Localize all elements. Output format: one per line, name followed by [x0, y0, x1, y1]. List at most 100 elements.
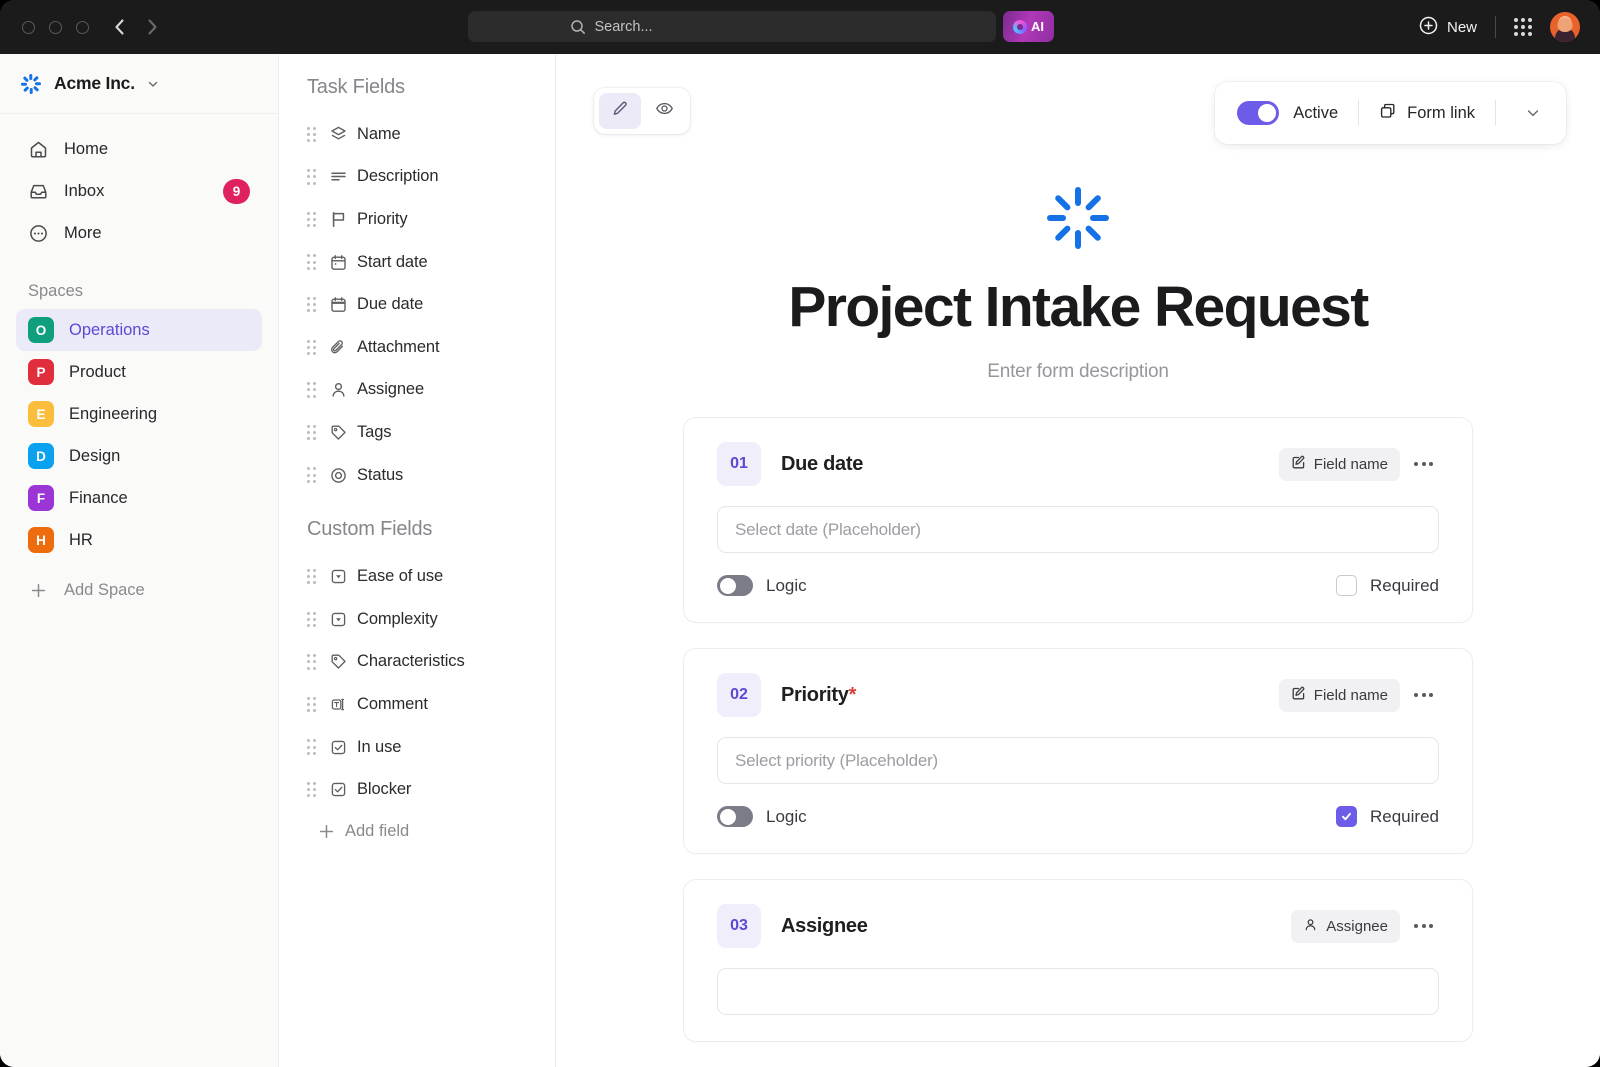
required-checkbox[interactable] — [1336, 806, 1357, 827]
field-row-status[interactable]: Status — [279, 454, 555, 497]
drag-handle-icon[interactable] — [307, 739, 319, 754]
history-navigation[interactable] — [113, 18, 159, 36]
sidebar-item-product[interactable]: P Product — [16, 351, 262, 393]
sidebar-item-operations[interactable]: O Operations — [16, 309, 262, 351]
field-row-start-date[interactable]: Start date — [279, 241, 555, 284]
drag-handle-icon[interactable] — [307, 297, 319, 312]
card-more-options-icon[interactable] — [1408, 454, 1439, 474]
minimize-button[interactable] — [49, 21, 62, 34]
chip-label: Assignee — [1326, 918, 1388, 935]
add-space-button[interactable]: Add Space — [16, 569, 262, 611]
field-label: Start date — [357, 253, 428, 272]
card-header: 01 Due date Field name — [717, 442, 1439, 486]
field-title[interactable]: Assignee — [781, 915, 868, 938]
drag-handle-icon[interactable] — [307, 569, 319, 584]
field-label: Comment — [357, 695, 428, 714]
card-header-actions: Field name — [1279, 679, 1439, 712]
search-input[interactable] — [595, 19, 895, 35]
field-row-blocker[interactable]: Blocker — [279, 768, 555, 811]
form-description-placeholder[interactable]: Enter form description — [987, 361, 1168, 383]
window-controls[interactable] — [22, 21, 89, 34]
apps-grid-icon[interactable] — [1514, 18, 1532, 36]
avatar[interactable] — [1550, 12, 1580, 42]
drag-handle-icon[interactable] — [307, 782, 319, 797]
form-field-card[interactable]: 03 Assignee Assignee — [683, 879, 1473, 1042]
spinner-logo-icon — [20, 73, 42, 95]
logic-toggle[interactable] — [717, 575, 753, 596]
add-field-button[interactable]: Add field — [279, 811, 555, 853]
drag-handle-icon[interactable] — [307, 169, 319, 184]
drag-handle-icon[interactable] — [307, 212, 319, 227]
sidebar-item-design[interactable]: D Design — [16, 435, 262, 477]
drag-handle-icon[interactable] — [307, 127, 319, 142]
calendar-icon — [319, 295, 357, 314]
calendar-icon — [319, 253, 357, 272]
form-field-card[interactable]: 01 Due date Field name — [683, 417, 1473, 623]
field-input-placeholder[interactable]: Select date (Placeholder) — [717, 506, 1439, 553]
back-chevron-icon[interactable] — [113, 18, 126, 36]
person-icon — [319, 380, 357, 399]
forward-chevron-icon[interactable] — [146, 18, 159, 36]
card-more-options-icon[interactable] — [1408, 916, 1439, 936]
field-row-description[interactable]: Description — [279, 156, 555, 199]
logic-toggle[interactable] — [717, 806, 753, 827]
drag-handle-icon[interactable] — [307, 697, 319, 712]
inbox-badge: 9 — [223, 179, 250, 204]
form-logo-icon[interactable] — [1035, 182, 1121, 254]
sidebar-item-label: Home — [64, 140, 108, 159]
description-lines-icon — [319, 167, 357, 186]
form-title[interactable]: Project Intake Request — [788, 276, 1367, 339]
required-control[interactable]: Required — [1336, 575, 1439, 596]
ai-button[interactable]: AI — [1003, 11, 1054, 42]
space-label: Operations — [69, 321, 150, 340]
custom-fields-title: Custom Fields — [279, 496, 555, 555]
field-input-placeholder[interactable]: Select priority (Placeholder) — [717, 737, 1439, 784]
new-button[interactable]: New — [1419, 16, 1477, 39]
sidebar-item-hr[interactable]: H HR — [16, 519, 262, 561]
form-field-card[interactable]: 02 Priority* Field name — [683, 648, 1473, 854]
required-control[interactable]: Required — [1336, 806, 1439, 827]
required-checkbox[interactable] — [1336, 575, 1357, 596]
field-row-ease-of-use[interactable]: Ease of use — [279, 555, 555, 598]
drag-handle-icon[interactable] — [307, 254, 319, 269]
field-row-due-date[interactable]: Due date — [279, 283, 555, 326]
drag-handle-icon[interactable] — [307, 654, 319, 669]
field-row-comment[interactable]: Comment — [279, 683, 555, 726]
field-name-chip[interactable]: Field name — [1279, 679, 1400, 712]
field-row-complexity[interactable]: Complexity — [279, 598, 555, 641]
field-row-attachment[interactable]: Attachment — [279, 326, 555, 369]
field-row-assignee[interactable]: Assignee — [279, 369, 555, 412]
field-name-chip[interactable]: Field name — [1279, 448, 1400, 481]
assignee-chip[interactable]: Assignee — [1291, 910, 1400, 943]
field-row-tags[interactable]: Tags — [279, 411, 555, 454]
sidebar-item-finance[interactable]: F Finance — [16, 477, 262, 519]
tag-icon — [319, 423, 357, 442]
paperclip-icon — [319, 338, 357, 357]
close-button[interactable] — [22, 21, 35, 34]
more-circle-icon — [28, 223, 49, 244]
field-row-name[interactable]: Name — [279, 113, 555, 156]
drag-handle-icon[interactable] — [307, 467, 319, 482]
chip-label: Field name — [1314, 687, 1388, 704]
add-field-label: Add field — [345, 822, 409, 841]
field-row-characteristics[interactable]: Characteristics — [279, 641, 555, 684]
drag-handle-icon[interactable] — [307, 425, 319, 440]
card-header-actions: Assignee — [1291, 910, 1439, 943]
maximize-button[interactable] — [76, 21, 89, 34]
field-title[interactable]: Due date — [781, 453, 863, 476]
sidebar-item-engineering[interactable]: E Engineering — [16, 393, 262, 435]
workspace-switcher[interactable]: Acme Inc. — [0, 54, 278, 114]
sidebar-item-more[interactable]: More — [16, 212, 262, 254]
drag-handle-icon[interactable] — [307, 382, 319, 397]
drag-handle-icon[interactable] — [307, 340, 319, 355]
card-more-options-icon[interactable] — [1408, 685, 1439, 705]
edit-square-icon — [1291, 686, 1306, 705]
sidebar-item-home[interactable]: Home — [16, 128, 262, 170]
field-row-priority[interactable]: Priority — [279, 198, 555, 241]
field-row-in-use[interactable]: In use — [279, 726, 555, 769]
global-search[interactable] — [468, 11, 996, 42]
drag-handle-icon[interactable] — [307, 612, 319, 627]
field-title[interactable]: Priority* — [781, 684, 856, 707]
field-input-placeholder[interactable] — [717, 968, 1439, 1015]
sidebar-item-inbox[interactable]: Inbox 9 — [16, 170, 262, 212]
